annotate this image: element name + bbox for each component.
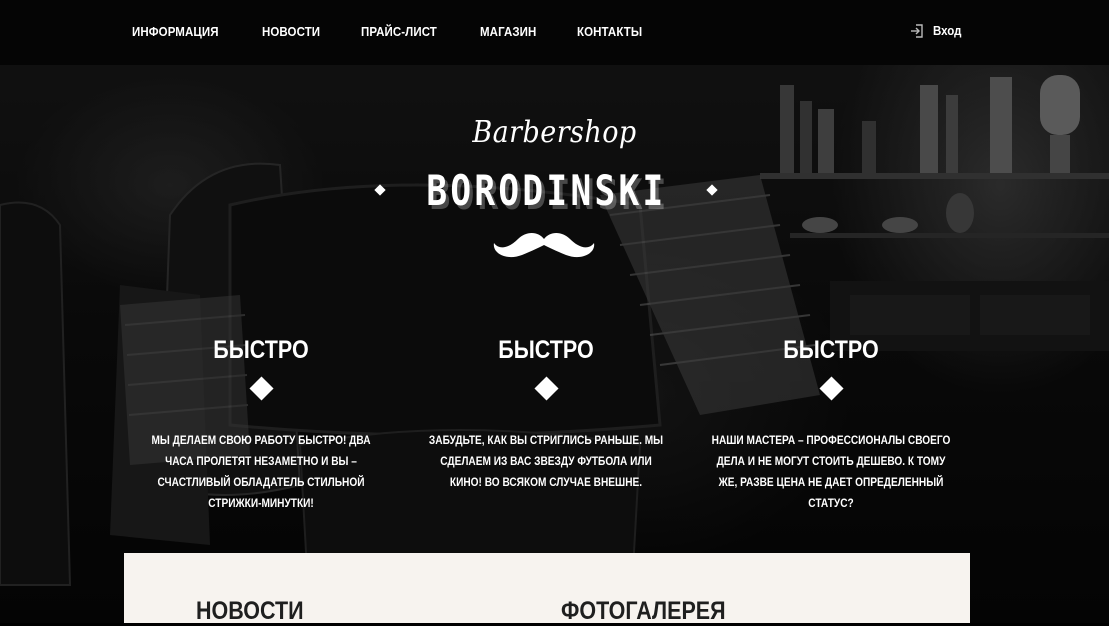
feature-description: Мы делаем свою работу быстро! Два часа п…	[151, 435, 371, 510]
diamond-icon	[818, 376, 844, 401]
main-nav: ИНФОРМАЦИЯ НОВОСТИ ПРАЙС-ЛИСТ МАГАЗИН КО…	[132, 24, 648, 40]
feature-title: БЫСТРО	[213, 336, 309, 364]
diamond-icon	[248, 376, 274, 401]
feature-title: БЫСТРО	[498, 336, 594, 364]
feature-item: БЫСТРО Забудьте, как вы стриглись раньше…	[406, 335, 686, 494]
logo-script-text: Barbershop	[472, 115, 637, 150]
feature-item: БЫСТРО Наши мастера – профессионалы свое…	[691, 335, 971, 515]
login-label: Вход	[933, 24, 962, 38]
nav-item-contacts[interactable]: КОНТАКТЫ	[577, 24, 642, 40]
gallery-section-title: ФОТОГАЛЕРЕЯ	[561, 597, 726, 625]
nav-item-price-list[interactable]: ПРАЙС-ЛИСТ	[361, 24, 437, 40]
hero-section: Barbershop BORODINSKI БЫСТРО Мы делаем с…	[0, 65, 1109, 623]
logo-title: BORODINSKI	[425, 165, 667, 215]
diamond-ornament-icon	[706, 184, 718, 196]
feature-title: БЫСТРО	[783, 336, 879, 364]
nav-item-news[interactable]: НОВОСТИ	[262, 24, 320, 40]
nav-item-info[interactable]: ИНФОРМАЦИЯ	[132, 24, 219, 40]
content-panel: НОВОСТИ ФОТОГАЛЕРЕЯ	[124, 553, 970, 625]
feature-item: БЫСТРО Мы делаем свою работу быстро! Два…	[121, 335, 401, 515]
logo: BORODINSKI	[374, 165, 718, 215]
feature-description: Забудьте, как вы стриглись раньше. Мы сд…	[428, 435, 664, 489]
diamond-icon	[533, 376, 559, 401]
diamond-ornament-icon	[374, 184, 386, 196]
top-navigation-bar: ИНФОРМАЦИЯ НОВОСТИ ПРАЙС-ЛИСТ МАГАЗИН КО…	[0, 0, 1109, 65]
news-section-title: НОВОСТИ	[196, 597, 304, 625]
mustache-icon	[493, 233, 595, 258]
feature-description: Наши мастера – профессионалы своего дела…	[711, 435, 951, 510]
login-icon	[911, 24, 923, 38]
nav-item-shop[interactable]: МАГАЗИН	[480, 24, 536, 40]
login-link[interactable]: Вход	[909, 23, 964, 39]
